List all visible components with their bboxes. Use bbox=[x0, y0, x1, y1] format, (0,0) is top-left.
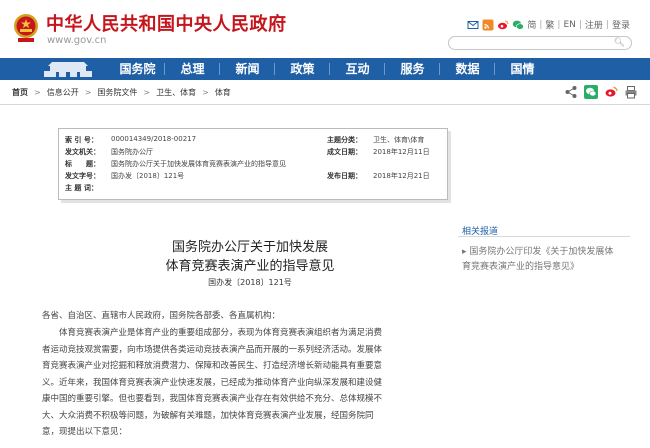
breadcrumb-separator: > bbox=[143, 88, 151, 97]
paragraph-line: 义。近年来，我国体育竞赛表演产业快速发展，已经成为推动体育产业向纵深发展和建设健 bbox=[42, 377, 383, 388]
related-link-text[interactable]: 国务院办公厅印发《关于加快发展体育竞赛表演产业的指导意见》 bbox=[462, 247, 613, 272]
paragraph-line: 大、大众消费不积极等问题，为破解有关难题，加快体育竞赛表演产业发展，经国务院同 bbox=[42, 410, 374, 421]
paragraph-line: 者运动竞技观赏需要，向市场提供各类运动竞技表演产品而开展的一系列经济活动。发展体 bbox=[42, 344, 383, 355]
lang-traditional-link[interactable]: 繁 bbox=[545, 18, 554, 31]
article-title-line1: 国务院办公厅关于加快发展 bbox=[171, 240, 328, 255]
national-emblem-icon[interactable] bbox=[12, 12, 40, 44]
search-icon[interactable]: 🔍︎ bbox=[614, 38, 625, 48]
wechat-share-icon[interactable] bbox=[584, 85, 598, 99]
site-url: www.gov.cn bbox=[47, 35, 107, 46]
salutation-text: 各省、自治区、直辖市人民政府，国务院各部委、各直属机构： bbox=[42, 311, 281, 321]
index-no-label: 索 引 号： bbox=[65, 136, 98, 144]
issuer-label: 发文机关： bbox=[65, 148, 100, 156]
paragraph-line: 意，现提出以下意见： bbox=[42, 427, 128, 437]
wechat-icon[interactable] bbox=[512, 19, 525, 31]
share-tools bbox=[564, 85, 638, 99]
lang-english-link[interactable]: EN bbox=[563, 20, 575, 30]
nav-item-interaction[interactable]: 互动 bbox=[330, 58, 385, 80]
related-divider bbox=[458, 236, 630, 237]
weibo-share-icon[interactable] bbox=[604, 85, 618, 99]
breadcrumb-separator: > bbox=[34, 88, 41, 97]
breadcrumb-row: 首页 > 信息公开 > 国务院文件 > 卫生、体育 > 体育 bbox=[0, 84, 650, 102]
article-paragraph: 体育竞赛表演产业是体育产业的重要组成部分，表现为体育竞赛表演组织者为满足消费 者… bbox=[42, 325, 447, 441]
separator: | bbox=[557, 19, 561, 30]
tiananmen-logo-icon[interactable] bbox=[40, 60, 96, 78]
article-salutation: 各省、自治区、直辖市人民政府，国务院各部委、各直属机构： bbox=[42, 308, 447, 325]
breadcrumb: 首页 > 信息公开 > 国务院文件 > 卫生、体育 > 体育 bbox=[12, 87, 231, 98]
meta-row: 主 题 词： bbox=[59, 183, 447, 196]
breadcrumb-separator: > bbox=[84, 88, 92, 97]
doc-no-label: 发文字号： bbox=[65, 172, 100, 180]
article-doc-number: 国办发〔2018〕121号 bbox=[208, 278, 292, 287]
login-link[interactable]: 登录 bbox=[612, 18, 630, 31]
paragraph-line: 育竞赛表演产业对挖掘和释放消费潜力、保障和改善民生、打造经济增长新动能具有重要意 bbox=[42, 361, 383, 371]
paragraph-line: 康中国的重要引擎。但也要看到，我国体育竞赛表演产业存在有效供给不充分、总体规模不 bbox=[42, 394, 383, 404]
nav-item-state-council[interactable]: 国务院 bbox=[110, 58, 165, 80]
breadcrumb-health-sports[interactable]: 卫生、体育 bbox=[156, 88, 196, 97]
site-title[interactable]: 中华人民共和国中央人民政府 bbox=[46, 10, 287, 36]
breadcrumb-separator: > bbox=[202, 88, 209, 97]
nav-item-news[interactable]: 新闻 bbox=[220, 58, 275, 80]
nav-items: 国务院 总理 新闻 政策 互动 服务 数据 国情 bbox=[110, 58, 550, 80]
share-icon[interactable] bbox=[564, 85, 578, 99]
breadcrumb-home[interactable]: 首页 bbox=[12, 88, 28, 97]
main-nav: 国务院 总理 新闻 政策 互动 服务 数据 国情 bbox=[0, 58, 650, 80]
site-header: 中华人民共和国中央人民政府 www.gov.cn 简 | 繁 | EN | 注册… bbox=[0, 0, 650, 56]
article-title-line2: 体育竞赛表演产业的指导意见 bbox=[165, 259, 335, 274]
nav-item-policy[interactable]: 政策 bbox=[275, 58, 330, 80]
register-link[interactable]: 注册 bbox=[585, 18, 603, 31]
nav-item-national-info[interactable]: 国情 bbox=[495, 58, 550, 80]
paragraph-line: 体育竞赛表演产业是体育产业的重要组成部分，表现为体育竞赛表演组织者为满足消费 bbox=[59, 328, 383, 338]
print-icon[interactable] bbox=[624, 85, 638, 99]
topic-label: 主题分类： bbox=[327, 136, 362, 144]
weibo-icon[interactable] bbox=[497, 19, 509, 31]
breadcrumb-info-disclosure[interactable]: 信息公开 bbox=[47, 88, 79, 97]
nav-item-service[interactable]: 服务 bbox=[385, 58, 440, 80]
topic-value: 卫生、体育\体育 bbox=[373, 136, 425, 144]
title-value: 国务院办公厅关于加快发展体育竞赛表演产业的指导意见 bbox=[111, 160, 286, 168]
search-input[interactable]: 🔍︎ bbox=[448, 36, 632, 50]
mail-icon[interactable] bbox=[467, 19, 479, 31]
header-divider bbox=[0, 104, 650, 105]
separator: | bbox=[578, 19, 582, 30]
separator: | bbox=[539, 19, 543, 30]
rss-icon[interactable] bbox=[482, 19, 494, 31]
lang-simplified-link[interactable]: 简 bbox=[527, 18, 536, 31]
pub-date-value: 2018年12月21日 bbox=[373, 172, 430, 180]
issuer-value: 国务院办公厅 bbox=[111, 148, 153, 156]
breadcrumb-sports[interactable]: 体育 bbox=[215, 88, 231, 97]
date-label: 成文日期： bbox=[327, 148, 362, 156]
document-meta-table: 索 引 号： 000014349/2018-00217 主题分类： 卫生、体育\… bbox=[58, 128, 448, 200]
breadcrumb-state-council-docs[interactable]: 国务院文件 bbox=[97, 88, 137, 97]
nav-item-premier[interactable]: 总理 bbox=[165, 58, 220, 80]
top-links: 简 | 繁 | EN | 注册 | 登录 bbox=[467, 18, 630, 31]
index-no-value: 000014349/2018-00217 bbox=[111, 135, 197, 143]
subject-label: 主 题 词： bbox=[65, 184, 98, 192]
separator: | bbox=[605, 19, 609, 30]
doc-no-value: 国办发〔2018〕121号 bbox=[111, 172, 185, 180]
related-report-link[interactable]: ▸ 国务院办公厅印发《关于加快发展体育竞赛表演产业的指导意见》 bbox=[462, 245, 622, 275]
pub-date-label: 发布日期： bbox=[327, 172, 362, 180]
title-label: 标 题： bbox=[65, 160, 100, 168]
date-value: 2018年12月11日 bbox=[373, 148, 430, 156]
nav-item-data[interactable]: 数据 bbox=[440, 58, 495, 80]
